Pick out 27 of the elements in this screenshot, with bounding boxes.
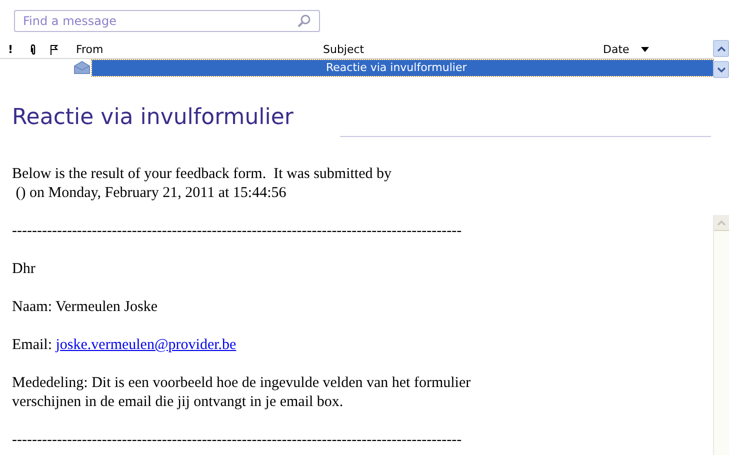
search-field[interactable]: Find a message <box>14 10 320 32</box>
envelope-icon <box>74 61 90 74</box>
message-title: Reactie via invulformulier <box>12 104 294 132</box>
body-paragraph: Mededeling: Dit is een voorbeeld hoe de ingevulde velden van het formulier verschijnen in de email die jij ontvangt in je email box. <box>12 374 472 412</box>
email-link[interactable]: joske.vermeulen@provider.be <box>56 337 236 353</box>
dashed-separator: ------------------------------------------------------------------------------------------ <box>12 222 463 241</box>
scroll-down-button[interactable] <box>713 61 729 78</box>
body-paragraph: Below is the result of your feedback form. It was submitted by () on Monday, February 21, 2011 at 15:44:56 <box>12 165 392 203</box>
dashed-separator: ------------------------------------------------------------------------------------------ <box>12 431 463 450</box>
body-paragraph: Naam: Vermeulen Joske <box>12 298 159 317</box>
subject-text: Reactie via invulformulier <box>326 61 467 74</box>
search-icon <box>297 14 311 28</box>
email-line: Email: joske.vermeulen@provider.be <box>12 336 238 355</box>
date-header[interactable]: Date <box>603 42 630 56</box>
chevron-down-icon <box>716 66 726 72</box>
body-paragraph: Dhr <box>12 260 36 279</box>
importance-header[interactable]: ! <box>0 42 22 56</box>
sort-arrow-icon[interactable] <box>641 46 650 52</box>
chevron-up-icon <box>717 220 726 226</box>
scrollbar[interactable] <box>713 215 729 455</box>
subject-header[interactable]: Subject <box>323 42 603 56</box>
flag-icon[interactable] <box>50 44 59 54</box>
chevron-up-icon <box>716 46 726 52</box>
paperclip-icon[interactable] <box>30 44 36 54</box>
message-row[interactable]: Reactie via invulformulier <box>92 60 713 76</box>
scroll-up-button[interactable] <box>713 40 729 57</box>
from-header[interactable]: From <box>74 42 323 56</box>
